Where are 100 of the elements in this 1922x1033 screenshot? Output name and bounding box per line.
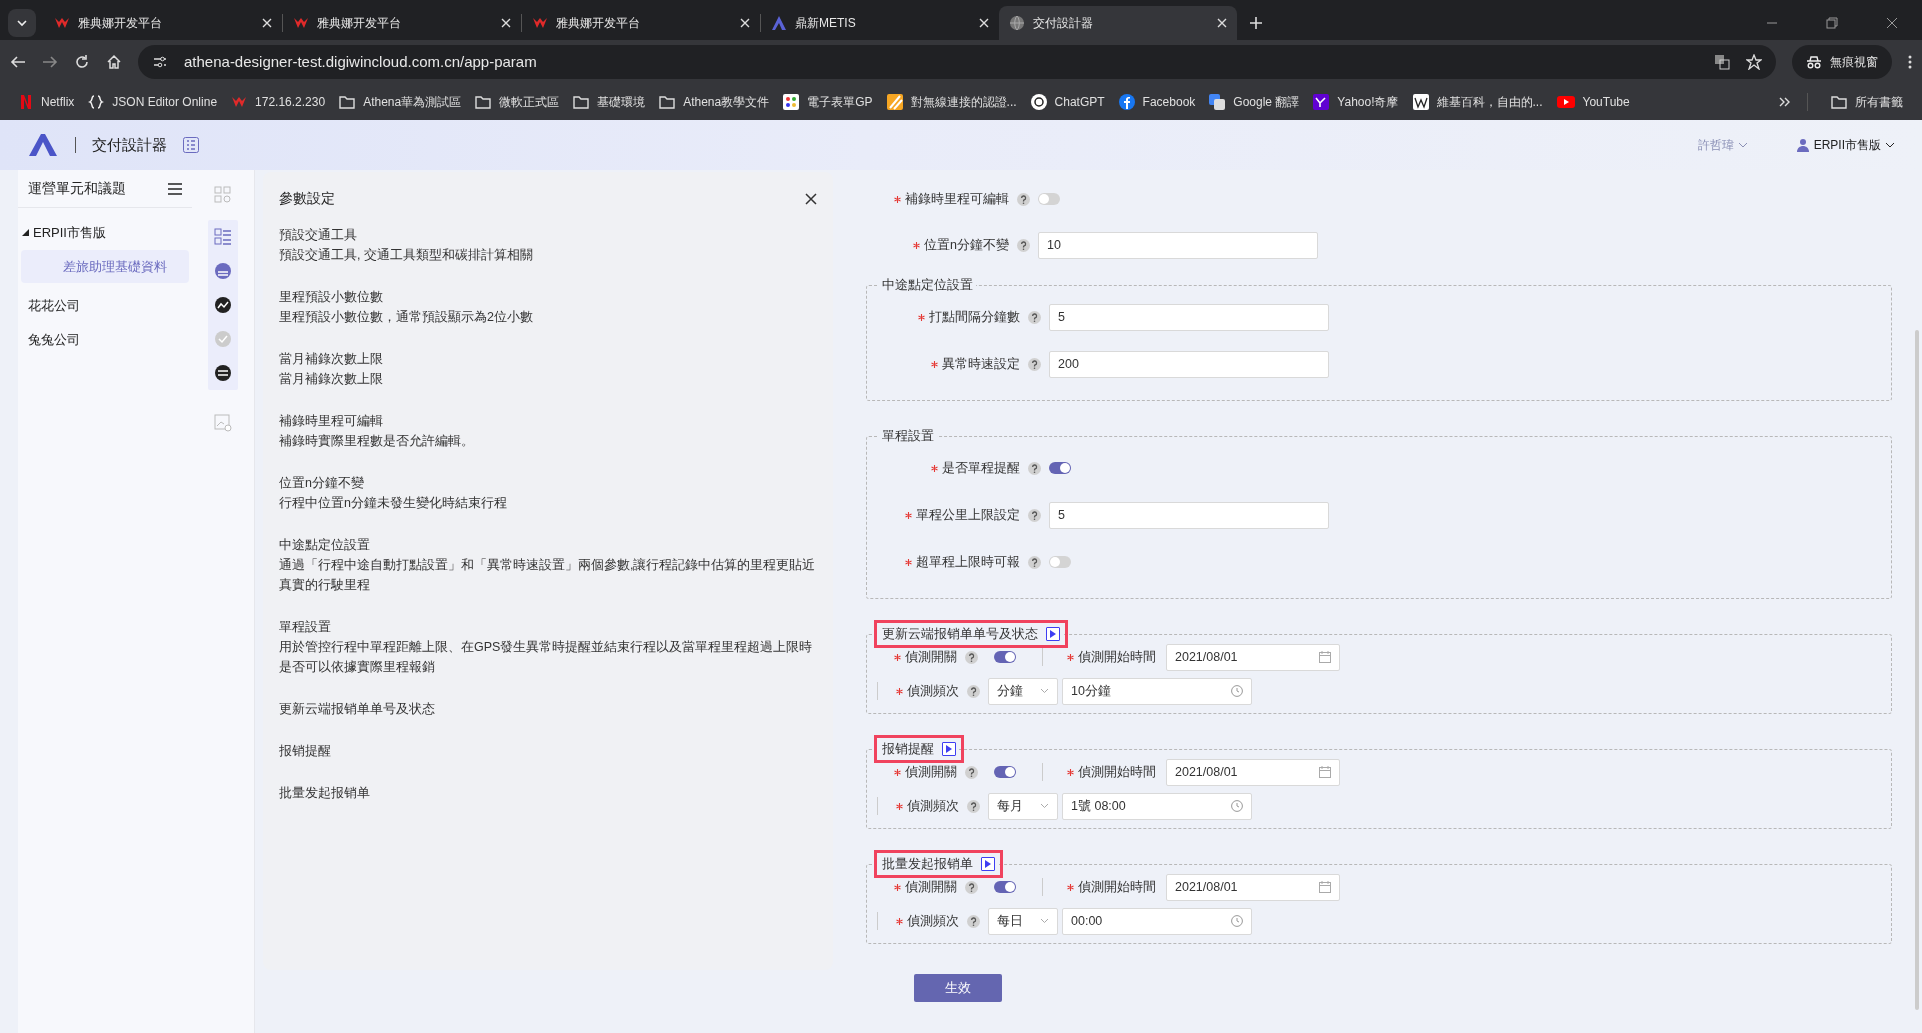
select-field[interactable]: 分鐘: [988, 677, 1058, 705]
tree-item[interactable]: 兔兔公司: [18, 322, 192, 356]
play-button[interactable]: [981, 857, 995, 871]
globe-icon: [1009, 15, 1025, 31]
select-field[interactable]: 每月: [988, 792, 1058, 820]
address-bar[interactable]: athena-designer-test.digiwincloud.com.cn/app-param: [138, 45, 1776, 79]
section-legend: 單程設置: [879, 427, 937, 445]
close-icon[interactable]: [805, 192, 817, 205]
bookmark[interactable]: ChatGPT: [1023, 93, 1112, 111]
help-icon[interactable]: [1017, 238, 1030, 252]
star-icon[interactable]: [1746, 54, 1762, 70]
param-title: 位置n分鐘不變: [279, 475, 365, 492]
bookmark[interactable]: 維基百科，自由的...: [1405, 93, 1550, 111]
help-icon[interactable]: [967, 914, 980, 928]
help-icon[interactable]: [965, 765, 978, 779]
browser-tab[interactable]: 交付設計器: [999, 6, 1237, 40]
bookmark[interactable]: Athena教學文件: [652, 93, 777, 111]
browser-tab[interactable]: 鼎新METIS: [761, 6, 999, 40]
play-icon: [1556, 95, 1575, 109]
restore-icon[interactable]: [1826, 17, 1838, 29]
home-icon[interactable]: [106, 54, 122, 70]
chevron-down-icon: [1040, 918, 1049, 924]
tenant-name: ERPII市售版: [1813, 137, 1881, 154]
browser-tab[interactable]: 雅典娜开发平台: [44, 6, 282, 40]
select-field[interactable]: 每日: [988, 907, 1058, 935]
param-description: 補錄時實際里程數是否允許編輯。: [279, 433, 475, 450]
lines-circle-icon[interactable]: [214, 364, 232, 382]
text-field[interactable]: 2021/08/01: [1166, 643, 1340, 671]
list-icon[interactable]: [183, 137, 199, 153]
help-icon[interactable]: [967, 799, 980, 813]
required-icon: [1067, 768, 1074, 776]
browser-tab[interactable]: 雅典娜开发平台: [283, 6, 521, 40]
browser-tab[interactable]: 雅典娜开发平台: [522, 6, 760, 40]
tree-item[interactable]: 差旅助理基礎資料: [21, 249, 189, 283]
new-tab-icon[interactable]: [1249, 16, 1263, 30]
toggle-switch[interactable]: [994, 651, 1016, 663]
help-icon[interactable]: [1028, 461, 1041, 475]
text-field[interactable]: 5: [1049, 501, 1329, 529]
close-icon[interactable]: [1886, 17, 1898, 29]
bookmark[interactable]: YouTube: [1549, 93, 1637, 111]
bookmark[interactable]: Facebook: [1111, 93, 1203, 111]
checklist-icon[interactable]: [214, 228, 232, 246]
play-button[interactable]: [942, 742, 956, 756]
help-icon[interactable]: [1028, 310, 1041, 324]
bookmark[interactable]: Yahoo!奇摩: [1306, 93, 1406, 111]
help-icon[interactable]: [967, 684, 980, 698]
tab-list-button[interactable]: [8, 9, 36, 37]
help-icon[interactable]: [1028, 555, 1041, 569]
text-field[interactable]: 1號 08:00: [1062, 792, 1252, 820]
site-settings-icon[interactable]: [152, 54, 168, 70]
bookmark-label: Netflix: [41, 94, 75, 111]
tree-item[interactable]: 花花公司: [18, 289, 192, 323]
bookmark[interactable]: 172.16.2.230: [224, 93, 333, 111]
toggle-switch[interactable]: [994, 881, 1016, 893]
toggle-switch[interactable]: [994, 766, 1016, 778]
param-title: 當月補錄次數上限: [279, 351, 384, 368]
text-field[interactable]: 2021/08/01: [1166, 873, 1340, 901]
bookmark[interactable]: JSON Editor Online: [81, 93, 225, 111]
text-field[interactable]: 200: [1049, 350, 1329, 378]
toggle-switch[interactable]: [1038, 193, 1060, 205]
back-icon[interactable]: [10, 54, 26, 70]
text-field[interactable]: 10: [1038, 231, 1318, 259]
play-button[interactable]: [1046, 627, 1060, 641]
check-circle-icon[interactable]: [214, 330, 232, 348]
bookmark[interactable]: Google 翻譯: [1202, 93, 1307, 111]
bookmark[interactable]: 微軟正式區: [468, 93, 567, 111]
scrollbar[interactable]: [1915, 330, 1919, 1010]
help-icon[interactable]: [1028, 357, 1041, 371]
tenant-menu[interactable]: ERPII市售版: [1795, 136, 1895, 154]
submit-button[interactable]: 生效: [914, 974, 1002, 1002]
double-chevron-icon[interactable]: [1779, 96, 1791, 108]
trend-icon[interactable]: [214, 296, 232, 314]
pie-icon[interactable]: [214, 262, 232, 280]
required-icon: [894, 883, 901, 891]
text-field[interactable]: 10分鐘: [1062, 677, 1252, 705]
text-field[interactable]: 5: [1049, 303, 1329, 331]
text-field[interactable]: 00:00: [1062, 907, 1252, 935]
forward-icon[interactable]: [42, 54, 58, 70]
toggle-switch[interactable]: [1049, 556, 1071, 568]
param-description: 當月補錄次數上限: [279, 371, 384, 388]
tree-item[interactable]: ERPII市售版: [18, 216, 192, 250]
incognito-badge[interactable]: 無痕視窗: [1792, 45, 1892, 79]
menu-icon[interactable]: [168, 182, 182, 195]
folder-icon: [573, 95, 590, 109]
help-icon[interactable]: [1017, 192, 1030, 206]
reload-icon[interactable]: [74, 54, 90, 70]
help-icon[interactable]: [965, 880, 978, 894]
bookmark[interactable]: 電子表單GP: [776, 93, 880, 111]
bookmark[interactable]: 基礎環境: [566, 93, 653, 111]
bookmark[interactable]: 對無線連接的認證...: [879, 93, 1024, 111]
help-icon[interactable]: [1028, 508, 1041, 522]
toggle-switch[interactable]: [1049, 462, 1071, 474]
bookmark[interactable]: Athena華為測試區: [332, 93, 469, 111]
text-field[interactable]: 2021/08/01: [1166, 758, 1340, 786]
expand-triangle-icon[interactable]: [22, 229, 29, 237]
bookmark[interactable]: 所有書籤: [1824, 93, 1910, 111]
more-icon[interactable]: [1908, 54, 1912, 70]
translate-icon[interactable]: [1714, 54, 1730, 70]
bookmark[interactable]: Netflix: [12, 93, 82, 111]
help-icon[interactable]: [965, 650, 978, 664]
